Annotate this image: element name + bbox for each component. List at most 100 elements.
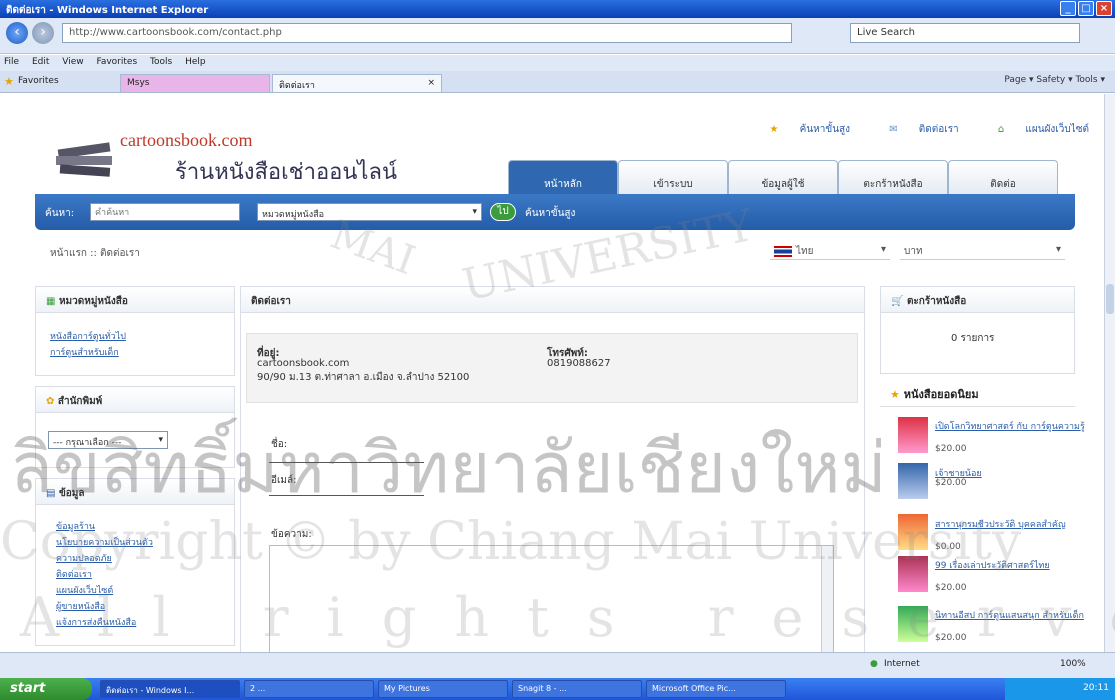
browser-tab-msys[interactable]: Msys [120,74,270,92]
search-input[interactable] [90,203,240,221]
advanced-search-link[interactable]: ★ ค้นหาขั้นสูง [751,124,850,135]
popular-book-price: $20.00 [935,478,967,488]
taskbar-item[interactable]: My Pictures [378,680,508,698]
breadcrumb[interactable]: หน้าแรก :: ติดต่อเรา [50,246,140,261]
close-button[interactable]: × [1096,1,1112,16]
popular-book-price: $20.00 [935,444,967,454]
tab-close-icon[interactable]: × [427,78,435,88]
contact-title: ติดต่อเรา [241,287,864,313]
info-link[interactable]: นโยบายความเป็นส่วนตัว [56,535,214,549]
info-link[interactable]: ผู้ขายหนังสือ [56,599,214,613]
info-link[interactable]: ข้อมูลร้าน [56,519,214,533]
email-label: อีเมล์: [271,475,297,486]
tab-label: ติดต่อเรา [279,81,315,91]
contact-link[interactable]: ✉ ติดต่อเรา [871,124,958,135]
nav-login[interactable]: เข้าระบบ [618,160,728,194]
window-title: ติดต่อเรา - Windows Internet Explorer [6,5,209,16]
address-block: ที่อยู่: cartoonsbook.com 90/90 ม.13 ต.ท… [246,333,858,403]
cart-box: 🛒 ตะกร้าหนังสือ 0 รายการ [880,286,1075,374]
advanced-search-button[interactable]: ค้นหาขั้นสูง [525,206,575,221]
site-search-bar: ค้นหา: หมวดหมู่หนังสือ▾ ไป ค้นหาขั้นสูง [35,194,1075,230]
cart-title: 🛒 ตะกร้าหนังสือ [881,287,1074,313]
browser-tab-contact[interactable]: ติดต่อเรา × [272,74,442,92]
popular-book-link[interactable]: นิทานอีสป การ์ตูนแสนสนุก สำหรับเด็ก [935,608,1085,622]
favorites-star-icon[interactable]: ★ [4,75,14,88]
browser-search-field[interactable]: Live Search [850,23,1080,43]
taskbar-item[interactable]: Microsoft Office Pic... [646,680,786,698]
site-subtitle: ร้านหนังสือเช่าออนไลน์ [175,159,397,184]
sitemap-link[interactable]: ⌂ แผนผังเว็บไซต์ [980,124,1089,135]
search-label: ค้นหา: [45,208,75,219]
popular-book-price: $0.00 [935,542,961,552]
nav-account[interactable]: ข้อมูลผู้ใช้ [728,160,838,194]
favorites-label[interactable]: Favorites [18,76,59,86]
popular-title: ★ หนังสือยอดนิยม [880,379,1075,407]
thai-flag-icon [774,245,792,257]
category-link[interactable]: หนังสือการ์ตูนทั่วไป [50,329,220,343]
textarea-scrollbar[interactable] [821,546,833,652]
forward-button[interactable]: › [32,22,54,44]
message-label: ข้อความ: [271,529,312,540]
menu-edit[interactable]: Edit [32,57,49,67]
tab-label: Msys [127,78,150,88]
cart-count: 0 รายการ [951,333,995,344]
menu-help[interactable]: Help [185,57,206,67]
nav-contact[interactable]: ติดต่อ [948,160,1058,194]
browser-tab-bar: ★ Favorites Msys ติดต่อเรา × Page ▾ Safet… [0,71,1115,93]
go-button[interactable]: ไป [490,203,516,221]
nav-cart[interactable]: ตะกร้าหนังสือ [838,160,948,194]
site-name[interactable]: cartoonsbook.com [120,130,252,151]
address-bar: ‹ › http://www.cartoonsbook.com/contact.… [0,18,1115,54]
name-input[interactable] [269,462,424,463]
book-cover-image[interactable] [898,606,928,642]
publisher-title: ✿ สำนักพิมพ์ [36,387,234,413]
book-cover-image[interactable] [898,514,928,550]
popular-book-link[interactable]: 99 เรื่องเล่าประวัติศาสตร์ไทย [935,558,1085,572]
category-select[interactable]: หมวดหมู่หนังสือ ▾ [257,203,482,221]
contact-panel: ติดต่อเรา ที่อยู่: cartoonsbook.com 90/9… [240,286,865,652]
info-link[interactable]: ความปลอดภัย [56,551,214,565]
maximize-button[interactable]: □ [1078,1,1094,16]
popular-book-link[interactable]: เปิดโลกวิทยาศาสตร์ กับ การ์ตูนความรู้ [935,419,1085,433]
scrollbar-thumb[interactable] [1106,284,1114,314]
command-bar[interactable]: Page ▾ Safety ▾ Tools ▾ [1004,75,1105,85]
page-scrollbar[interactable] [1104,94,1115,652]
nav-home[interactable]: หน้าหลัก [508,160,618,194]
url-field[interactable]: http://www.cartoonsbook.com/contact.php [62,23,792,43]
menu-view[interactable]: View [62,57,83,67]
minimize-button[interactable]: _ [1060,1,1076,16]
categories-title: ▦ หมวดหมู่หนังสือ [36,287,234,313]
taskbar: start ติดต่อเรา - Windows I... 2 ... My … [0,678,1115,700]
language-select[interactable]: ไทย ▾ [770,242,890,260]
taskbar-item[interactable]: 2 ... [244,680,374,698]
taskbar-item[interactable]: ติดต่อเรา - Windows I... [100,680,240,698]
message-textarea[interactable] [269,545,834,652]
categories-list: หนังสือการ์ตูนทั่วไป การ์ตูนสำหรับเด็ก [36,313,234,375]
info-link[interactable]: แจ้งการส่งคืนหนังสือ [56,615,214,629]
menu-tools[interactable]: Tools [150,57,172,67]
info-link[interactable]: ติดต่อเรา [56,567,214,581]
category-link[interactable]: การ์ตูนสำหรับเด็ก [50,345,220,359]
menu-favorites[interactable]: Favorites [96,57,137,67]
back-button[interactable]: ‹ [6,22,28,44]
popular-book-link[interactable]: สารานุกรมชีวประวัติ บุคคลสำคัญ [935,517,1085,531]
email-input[interactable] [269,495,424,496]
currency-select[interactable]: บาท ▾ [900,242,1065,260]
name-label: ชื่อ: [271,439,288,450]
book-cover-image[interactable] [898,463,928,499]
menu-file[interactable]: File [4,57,19,67]
zone-text: Internet [884,659,920,669]
globe-icon: ● [870,659,878,669]
zoom-level[interactable]: 100% [1060,659,1086,669]
address-line: 90/90 ม.13 ต.ท่าศาลา อ.เมือง จ.ลำปาง 521… [257,372,470,383]
info-title: ▤ ข้อมูล [36,479,234,505]
book-cover-image[interactable] [898,556,928,592]
address-line: cartoonsbook.com [257,358,350,369]
start-button[interactable]: start [0,678,92,700]
web-page: cartoonsbook.com ร้านหนังสือเช่าออนไลน์ … [0,94,1104,652]
book-cover-image[interactable] [898,417,928,453]
publisher-select[interactable]: --- กรุณาเลือก --- ▾ [48,431,168,449]
info-link[interactable]: แผนผังเว็บไซต์ [56,583,214,597]
system-tray: 20:11 [1005,678,1115,700]
taskbar-item[interactable]: Snagit 8 - ... [512,680,642,698]
